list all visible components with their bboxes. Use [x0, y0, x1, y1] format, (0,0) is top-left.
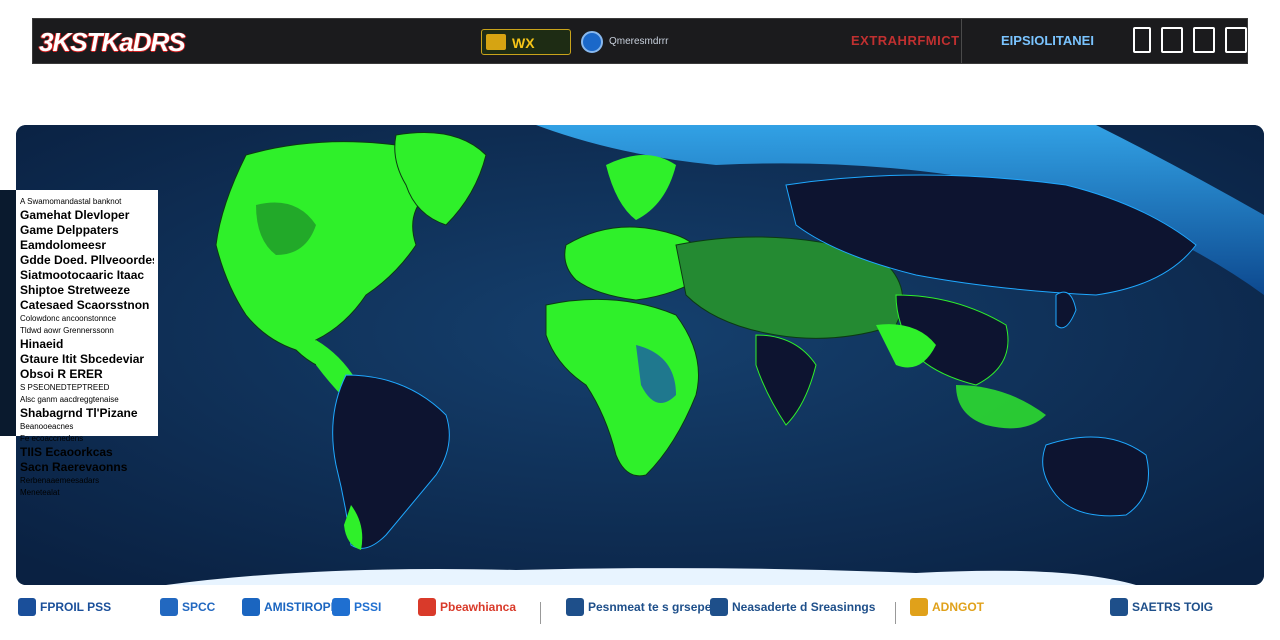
sponsor-label: AMISTIROPP [264, 600, 339, 614]
sponsor-label: SPCC [182, 600, 216, 614]
legend-row: Eamdolomeesr [20, 238, 107, 252]
legend-row: Beanooeacnes [20, 422, 74, 431]
legend-row: Shabagrnd Tl'Pizane [20, 406, 138, 420]
badge-label: WX [512, 35, 535, 51]
footer-sponsor-item[interactable]: ADNGOT [910, 598, 984, 616]
header-divider [961, 19, 994, 63]
sponsor-logo-icon [710, 598, 728, 616]
header-bar: 3KSTKaDRS WX Qmeresmdrrr EXTRAHRFMICT EI… [32, 18, 1248, 64]
footer-sponsor-item[interactable]: SAETRS TOIG [1110, 598, 1213, 616]
legend-row: TIIS Ecaoorkcas [20, 445, 113, 459]
footer-sponsor-item[interactable]: AMISTIROPP [242, 598, 339, 616]
sponsor-label: PSSI [354, 600, 382, 614]
globe-icon [581, 31, 603, 53]
sponsor-logo-icon [418, 598, 436, 616]
legend-row: Colowdonc ancoonstonnce [20, 314, 117, 323]
legend-row: Siatmootocaaric Itaac [20, 268, 145, 282]
sponsor-logo-icon [18, 598, 36, 616]
legend-row: Obsoi R ERER [20, 367, 103, 381]
legend-row: Catesaed Scaorsstnon [20, 298, 150, 312]
header-center-text[interactable]: EXTRAHRFMICT [851, 33, 960, 48]
app-logo[interactable]: 3KSTKaDRS [39, 27, 186, 58]
grid-icon[interactable] [1193, 27, 1215, 53]
sponsor-label: Neasaderte d Sreasinngs [732, 600, 876, 614]
legend-row: Hinaeid [20, 337, 64, 351]
qr-icon[interactable] [1161, 27, 1183, 53]
globe-badge[interactable]: Qmeresmdrrr [579, 29, 729, 55]
footer-divider [540, 602, 541, 624]
footer-bar: FPROIL PSS SPCC AMISTIROPP PSSI Pbeawhianca P… [0, 590, 1280, 636]
globe-badge-label: Qmeresmdrrr [609, 36, 669, 47]
partner-badge[interactable]: WX [481, 29, 571, 55]
sponsor-label: Pbeawhianca [440, 600, 517, 614]
legend-row: Gdde Doed. Pllveoordes [20, 253, 154, 267]
sponsor-logo-icon [160, 598, 178, 616]
sponsor-logo-icon [910, 598, 928, 616]
legend-row: Gamehat Dlevloper [20, 208, 130, 222]
footer-sponsor-item[interactable]: Neasaderte d Sreasinngs [710, 598, 875, 616]
legend-row: Gtaure Itit Sbcedeviar [20, 352, 145, 366]
world-map-svg [16, 125, 1264, 585]
footer-sponsor-item[interactable]: Pesnmeat te s grsepes [566, 598, 718, 616]
lock-icon[interactable] [1133, 27, 1151, 53]
sponsor-logo-icon [242, 598, 260, 616]
legend-row: Fe ecoaccnedens [20, 434, 84, 443]
sponsor-label: ADNGOT [932, 600, 984, 614]
legend-row: Game Delppaters [20, 223, 119, 237]
badge-icon [486, 34, 506, 50]
legend-row: S PSEONEDTEPTREED [20, 383, 110, 392]
footer-sponsor-item[interactable]: FPROIL PSS [18, 598, 111, 616]
sponsor-label: FPROIL PSS [40, 600, 112, 614]
footer-sponsor-item[interactable]: PSSI [332, 598, 381, 616]
footer-divider [895, 602, 896, 624]
map-legend: A Swamomandastal banknot Gamehat Dlevlope… [0, 190, 158, 497]
header-right-text[interactable]: EIPSIOLITANEI [1001, 33, 1094, 48]
world-map[interactable] [16, 125, 1264, 585]
header-icon-group [1133, 27, 1247, 53]
sponsor-logo-icon [332, 598, 350, 616]
sponsor-logo-icon [566, 598, 584, 616]
legend-row: Alsc ganm aacdreggtenaise [20, 395, 119, 404]
legend-row: Sacn Raerevaonns [20, 460, 128, 474]
legend-row: A Swamomandastal banknot [20, 197, 122, 206]
card-icon[interactable] [1225, 27, 1247, 53]
legend-row: Tldwd aowr Grennerssonn [20, 326, 114, 335]
legend-row: Rerbenaaemeesadars [20, 476, 100, 485]
sponsor-label: SAETRS TOIG [1132, 600, 1214, 614]
sponsor-label: Pesnmeat te s grsepes [588, 600, 719, 614]
sponsor-logo-icon [1110, 598, 1128, 616]
footer-sponsor-item[interactable]: SPCC [160, 598, 215, 616]
legend-row: Shiptoe Stretweeze [20, 283, 131, 297]
footer-sponsor-item[interactable]: Pbeawhianca [418, 598, 516, 616]
legend-row: Menetealat [20, 488, 60, 497]
